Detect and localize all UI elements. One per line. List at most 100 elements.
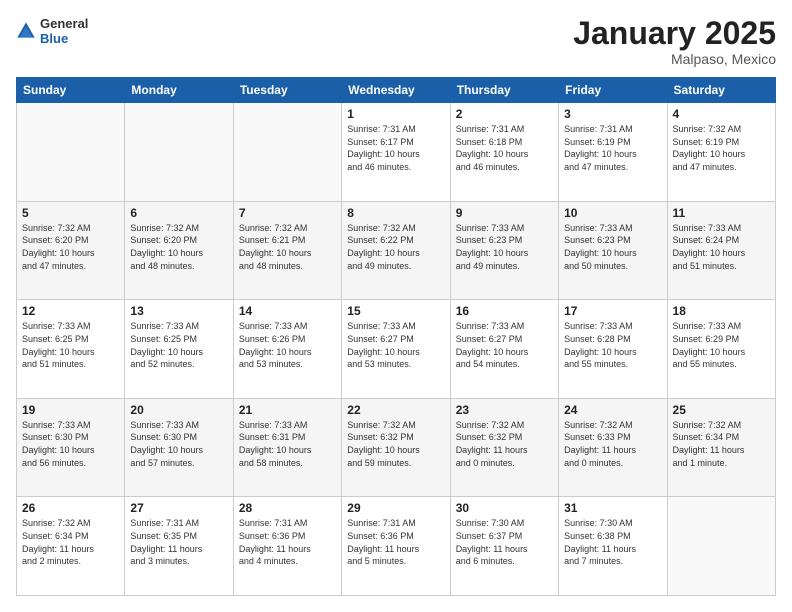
day-number: 14 bbox=[239, 304, 336, 318]
day-info: Sunrise: 7:32 AM Sunset: 6:33 PM Dayligh… bbox=[564, 419, 661, 469]
location-subtitle: Malpaso, Mexico bbox=[573, 51, 776, 67]
calendar-cell: 19 Sunrise: 7:33 AM Sunset: 6:30 PM Dayli… bbox=[17, 398, 125, 497]
calendar-cell: 5 Sunrise: 7:32 AM Sunset: 6:20 PM Daylig… bbox=[17, 201, 125, 300]
day-number: 17 bbox=[564, 304, 661, 318]
day-info: Sunrise: 7:32 AM Sunset: 6:34 PM Dayligh… bbox=[22, 517, 119, 567]
calendar-cell: 2 Sunrise: 7:31 AM Sunset: 6:18 PM Daylig… bbox=[450, 103, 558, 202]
day-info: Sunrise: 7:32 AM Sunset: 6:20 PM Dayligh… bbox=[130, 222, 227, 272]
calendar-cell: 28 Sunrise: 7:31 AM Sunset: 6:36 PM Dayli… bbox=[233, 497, 341, 596]
day-info: Sunrise: 7:31 AM Sunset: 6:18 PM Dayligh… bbox=[456, 123, 553, 173]
day-info: Sunrise: 7:33 AM Sunset: 6:30 PM Dayligh… bbox=[22, 419, 119, 469]
day-number: 8 bbox=[347, 206, 444, 220]
weekday-header-sunday: Sunday bbox=[17, 78, 125, 103]
calendar-cell: 16 Sunrise: 7:33 AM Sunset: 6:27 PM Dayli… bbox=[450, 300, 558, 399]
day-number: 24 bbox=[564, 403, 661, 417]
calendar-cell: 8 Sunrise: 7:32 AM Sunset: 6:22 PM Daylig… bbox=[342, 201, 450, 300]
header-row: SundayMondayTuesdayWednesdayThursdayFrid… bbox=[17, 78, 776, 103]
logo-icon bbox=[16, 21, 36, 41]
day-number: 7 bbox=[239, 206, 336, 220]
calendar-cell: 10 Sunrise: 7:33 AM Sunset: 6:23 PM Dayli… bbox=[559, 201, 667, 300]
calendar-cell bbox=[17, 103, 125, 202]
day-info: Sunrise: 7:32 AM Sunset: 6:34 PM Dayligh… bbox=[673, 419, 770, 469]
weekday-header-tuesday: Tuesday bbox=[233, 78, 341, 103]
weekday-header-friday: Friday bbox=[559, 78, 667, 103]
day-number: 31 bbox=[564, 501, 661, 515]
calendar-cell: 15Sunrise: 7:33 AM Sunset: 6:27 PM Dayli… bbox=[342, 300, 450, 399]
day-info: Sunrise: 7:33 AM Sunset: 6:23 PM Dayligh… bbox=[456, 222, 553, 272]
calendar-cell: 17 Sunrise: 7:33 AM Sunset: 6:28 PM Dayli… bbox=[559, 300, 667, 399]
logo-text: General Blue bbox=[40, 16, 88, 46]
calendar-cell: 25 Sunrise: 7:32 AM Sunset: 6:34 PM Dayli… bbox=[667, 398, 775, 497]
weekday-header-thursday: Thursday bbox=[450, 78, 558, 103]
header: General Blue January 2025 Malpaso, Mexic… bbox=[16, 16, 776, 67]
day-number: 25 bbox=[673, 403, 770, 417]
day-number: 2 bbox=[456, 107, 553, 121]
day-info: Sunrise: 7:33 AM Sunset: 6:29 PM Dayligh… bbox=[673, 320, 770, 370]
day-info: Sunrise: 7:32 AM Sunset: 6:32 PM Dayligh… bbox=[456, 419, 553, 469]
calendar-week-row: 12 Sunrise: 7:33 AM Sunset: 6:25 PM Dayli… bbox=[17, 300, 776, 399]
day-number: 19 bbox=[22, 403, 119, 417]
calendar-cell: 21 Sunrise: 7:33 AM Sunset: 6:31 PM Dayli… bbox=[233, 398, 341, 497]
calendar-cell: 7Sunrise: 7:32 AM Sunset: 6:21 PM Daylig… bbox=[233, 201, 341, 300]
day-info: Sunrise: 7:31 AM Sunset: 6:19 PM Dayligh… bbox=[564, 123, 661, 173]
calendar-cell: 11Sunrise: 7:33 AM Sunset: 6:24 PM Dayli… bbox=[667, 201, 775, 300]
day-info: Sunrise: 7:30 AM Sunset: 6:37 PM Dayligh… bbox=[456, 517, 553, 567]
calendar-cell: 1 Sunrise: 7:31 AM Sunset: 6:17 PM Daylig… bbox=[342, 103, 450, 202]
day-number: 3 bbox=[564, 107, 661, 121]
day-info: Sunrise: 7:31 AM Sunset: 6:17 PM Dayligh… bbox=[347, 123, 444, 173]
calendar-cell: 26 Sunrise: 7:32 AM Sunset: 6:34 PM Dayli… bbox=[17, 497, 125, 596]
weekday-header-saturday: Saturday bbox=[667, 78, 775, 103]
day-info: Sunrise: 7:33 AM Sunset: 6:31 PM Dayligh… bbox=[239, 419, 336, 469]
calendar-cell: 27Sunrise: 7:31 AM Sunset: 6:35 PM Dayli… bbox=[125, 497, 233, 596]
calendar-cell: 20Sunrise: 7:33 AM Sunset: 6:30 PM Dayli… bbox=[125, 398, 233, 497]
calendar-cell: 22Sunrise: 7:32 AM Sunset: 6:32 PM Dayli… bbox=[342, 398, 450, 497]
day-number: 15 bbox=[347, 304, 444, 318]
day-number: 9 bbox=[456, 206, 553, 220]
calendar-cell: 30 Sunrise: 7:30 AM Sunset: 6:37 PM Dayli… bbox=[450, 497, 558, 596]
day-info: Sunrise: 7:31 AM Sunset: 6:36 PM Dayligh… bbox=[347, 517, 444, 567]
day-number: 12 bbox=[22, 304, 119, 318]
day-number: 23 bbox=[456, 403, 553, 417]
calendar-cell bbox=[233, 103, 341, 202]
calendar-cell: 6 Sunrise: 7:32 AM Sunset: 6:20 PM Daylig… bbox=[125, 201, 233, 300]
calendar-cell: 18Sunrise: 7:33 AM Sunset: 6:29 PM Dayli… bbox=[667, 300, 775, 399]
calendar-cell: 9 Sunrise: 7:33 AM Sunset: 6:23 PM Daylig… bbox=[450, 201, 558, 300]
day-info: Sunrise: 7:31 AM Sunset: 6:36 PM Dayligh… bbox=[239, 517, 336, 567]
day-number: 21 bbox=[239, 403, 336, 417]
logo: General Blue bbox=[16, 16, 88, 46]
day-number: 20 bbox=[130, 403, 227, 417]
weekday-header-monday: Monday bbox=[125, 78, 233, 103]
calendar-cell: 12 Sunrise: 7:33 AM Sunset: 6:25 PM Dayli… bbox=[17, 300, 125, 399]
day-info: Sunrise: 7:30 AM Sunset: 6:38 PM Dayligh… bbox=[564, 517, 661, 567]
calendar-cell: 24 Sunrise: 7:32 AM Sunset: 6:33 PM Dayli… bbox=[559, 398, 667, 497]
day-number: 10 bbox=[564, 206, 661, 220]
calendar-cell: 4Sunrise: 7:32 AM Sunset: 6:19 PM Daylig… bbox=[667, 103, 775, 202]
day-number: 28 bbox=[239, 501, 336, 515]
calendar-week-row: 26 Sunrise: 7:32 AM Sunset: 6:34 PM Dayli… bbox=[17, 497, 776, 596]
day-info: Sunrise: 7:33 AM Sunset: 6:27 PM Dayligh… bbox=[456, 320, 553, 370]
day-number: 5 bbox=[22, 206, 119, 220]
day-info: Sunrise: 7:31 AM Sunset: 6:35 PM Dayligh… bbox=[130, 517, 227, 567]
day-info: Sunrise: 7:33 AM Sunset: 6:28 PM Dayligh… bbox=[564, 320, 661, 370]
month-title: January 2025 bbox=[573, 16, 776, 51]
day-info: Sunrise: 7:33 AM Sunset: 6:25 PM Dayligh… bbox=[22, 320, 119, 370]
day-number: 1 bbox=[347, 107, 444, 121]
calendar-cell: 29Sunrise: 7:31 AM Sunset: 6:36 PM Dayli… bbox=[342, 497, 450, 596]
day-info: Sunrise: 7:32 AM Sunset: 6:19 PM Dayligh… bbox=[673, 123, 770, 173]
day-number: 30 bbox=[456, 501, 553, 515]
day-number: 6 bbox=[130, 206, 227, 220]
calendar-cell: 3 Sunrise: 7:31 AM Sunset: 6:19 PM Daylig… bbox=[559, 103, 667, 202]
day-info: Sunrise: 7:32 AM Sunset: 6:32 PM Dayligh… bbox=[347, 419, 444, 469]
calendar-week-row: 1 Sunrise: 7:31 AM Sunset: 6:17 PM Daylig… bbox=[17, 103, 776, 202]
weekday-header-wednesday: Wednesday bbox=[342, 78, 450, 103]
day-info: Sunrise: 7:33 AM Sunset: 6:26 PM Dayligh… bbox=[239, 320, 336, 370]
logo-general-label: General bbox=[40, 16, 88, 31]
day-info: Sunrise: 7:33 AM Sunset: 6:25 PM Dayligh… bbox=[130, 320, 227, 370]
day-info: Sunrise: 7:33 AM Sunset: 6:23 PM Dayligh… bbox=[564, 222, 661, 272]
day-info: Sunrise: 7:32 AM Sunset: 6:22 PM Dayligh… bbox=[347, 222, 444, 272]
day-number: 16 bbox=[456, 304, 553, 318]
day-info: Sunrise: 7:32 AM Sunset: 6:20 PM Dayligh… bbox=[22, 222, 119, 272]
title-block: January 2025 Malpaso, Mexico bbox=[573, 16, 776, 67]
day-number: 26 bbox=[22, 501, 119, 515]
calendar-cell bbox=[667, 497, 775, 596]
